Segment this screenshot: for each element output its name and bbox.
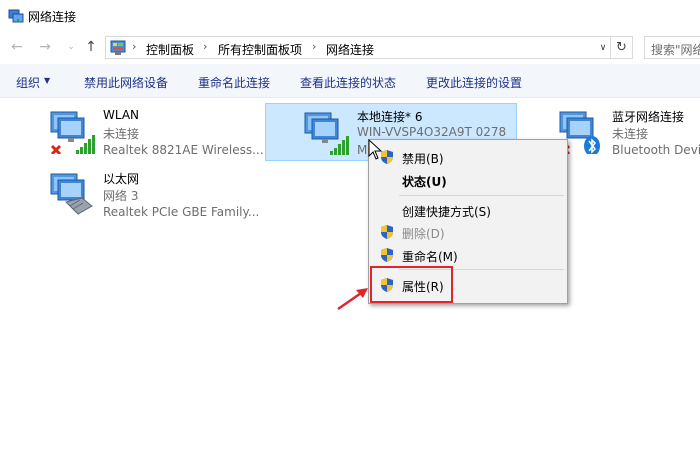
menu-item-rename[interactable]: 重命名(M) (371, 244, 566, 266)
refresh-icon[interactable]: ↻ (611, 36, 633, 59)
control-panel-icon (110, 40, 126, 55)
connection-status: WIN-VVSP4O32A9T 0278 (357, 125, 507, 139)
menu-item-delete[interactable]: 删除(D) (371, 221, 566, 243)
search-input[interactable]: 搜索"网络连接" (644, 36, 700, 59)
address-dropdown-chevron-icon[interactable]: ∨ (597, 42, 609, 54)
organize-menu[interactable]: 组织 (16, 74, 40, 91)
connection-device: Realtek 8821AE Wireless... (103, 143, 263, 157)
mouse-cursor-icon (368, 139, 383, 160)
window-title: 网络连接 (28, 10, 77, 24)
highlight-box (370, 266, 453, 303)
menu-item-status[interactable]: 状态(U) (371, 169, 566, 191)
connection-status: 未连接 (612, 127, 649, 141)
network-connections-icon (8, 9, 24, 23)
menu-item-label: 禁用(B) (402, 152, 444, 166)
wifi-adapter-icon (304, 112, 349, 155)
connection-status: 未连接 (103, 127, 140, 141)
up-arrow-icon[interactable]: ↑ (82, 38, 100, 56)
connection-name: 以太网 (103, 172, 140, 186)
uac-shield-icon (381, 248, 393, 262)
breadcrumb-separator-icon[interactable]: › (312, 40, 316, 53)
breadcrumb-network-connections[interactable]: 网络连接 (326, 41, 374, 58)
connection-name: 蓝牙网络连接 (612, 110, 685, 124)
ethernet-adapter-icon (50, 173, 93, 215)
breadcrumb-all-items[interactable]: 所有控制面板项 (218, 41, 302, 58)
menu-item-label: 状态(U) (402, 175, 447, 189)
menu-item-create-shortcut[interactable]: 创建快捷方式(S) (371, 199, 566, 221)
connection-device: Bluetooth Devic (612, 143, 700, 157)
connection-item-wlan[interactable]: WLAN 未连接 Realtek 8821AE Wireless... (48, 104, 263, 160)
breadcrumb-separator-icon[interactable]: › (132, 40, 136, 53)
menu-separator (399, 195, 564, 196)
menu-item-disable[interactable]: 禁用(B) (371, 146, 566, 168)
annotation-arrow-icon (337, 288, 368, 311)
wifi-adapter-icon (50, 111, 95, 154)
uac-shield-icon (381, 225, 393, 239)
title-bar: 网络连接 (0, 0, 700, 32)
view-status-button[interactable]: 查看此连接的状态 (300, 74, 396, 91)
change-settings-button[interactable]: 更改此连接的设置 (426, 74, 522, 91)
connection-name: 本地连接* 6 (357, 110, 423, 124)
organize-caret-icon[interactable]: ▼ (44, 76, 50, 85)
forward-arrow-icon[interactable]: → (36, 38, 54, 56)
breadcrumb-separator-icon[interactable]: › (203, 40, 207, 53)
command-bar: 组织 ▼ 禁用此网络设备 重命名此连接 查看此连接的状态 更改此连接的设置 (0, 64, 700, 98)
recent-locations-chevron-icon[interactable]: ⌄ (62, 38, 80, 56)
connection-device: M (357, 143, 368, 157)
breadcrumb-control-panel[interactable]: 控制面板 (146, 41, 194, 58)
back-arrow-icon[interactable]: ← (8, 38, 26, 56)
connection-device: Realtek PCIe GBE Family... (103, 205, 260, 219)
rename-connection-button[interactable]: 重命名此连接 (198, 74, 270, 91)
menu-item-label: 创建快捷方式(S) (402, 205, 491, 219)
connection-name: WLAN (103, 108, 140, 122)
connection-item-bluetooth[interactable]: 蓝牙网络连接 未连接 Bluetooth Devic (557, 104, 700, 160)
connection-status: 网络 3 (103, 189, 139, 203)
menu-item-label: 重命名(M) (402, 250, 458, 264)
address-bar[interactable]: › 控制面板 › 所有控制面板项 › 网络连接 (105, 36, 611, 59)
connection-item-ethernet[interactable]: 以太网 网络 3 Realtek PCIe GBE Family... (48, 166, 263, 222)
disable-device-button[interactable]: 禁用此网络设备 (84, 74, 168, 91)
menu-item-label: 删除(D) (402, 227, 445, 241)
